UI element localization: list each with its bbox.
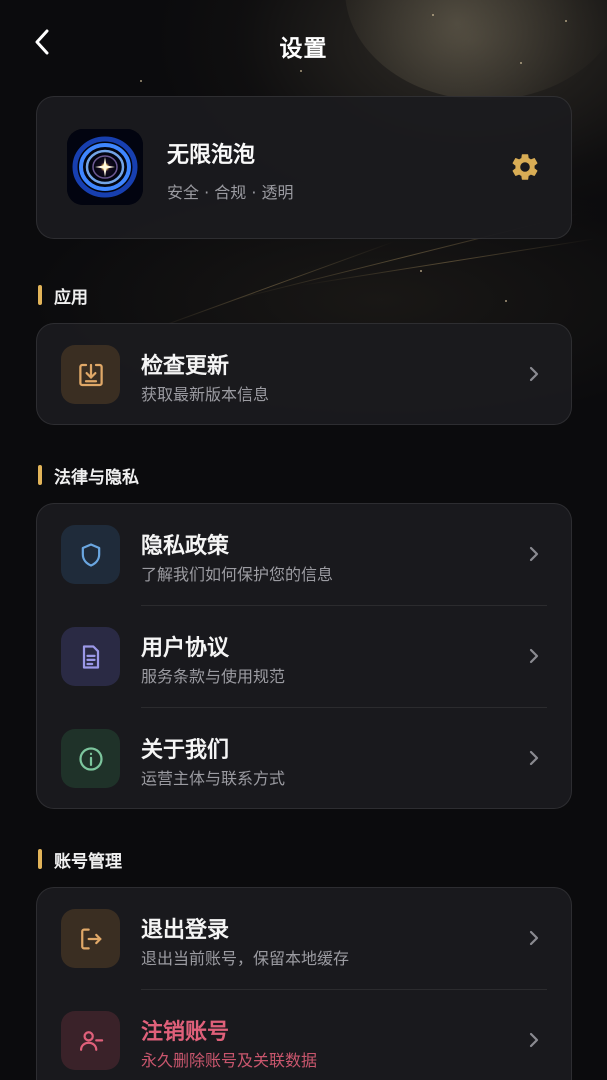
section-accent-bar	[38, 849, 42, 869]
app-logo	[67, 129, 143, 205]
chevron-right-icon	[529, 750, 539, 766]
row-title: 检查更新	[141, 354, 230, 379]
row-subtitle: 了解我们如何保护您的信息	[141, 565, 334, 584]
remove-user-icon	[61, 1011, 120, 1070]
logout-row[interactable]: 退出登录 退出当前账号，保留本地缓存	[37, 888, 571, 989]
document-icon	[61, 627, 120, 686]
account-section-card: 退出登录 退出当前账号，保留本地缓存 注销账号 永久删除账号及关联数据	[36, 887, 572, 1080]
shield-icon	[61, 525, 120, 584]
row-title: 退出登录	[141, 918, 230, 943]
row-title: 注销账号	[141, 1020, 230, 1045]
user-agreement-row[interactable]: 用户协议 服务条款与使用规范	[37, 606, 571, 707]
section-accent-bar	[38, 285, 42, 305]
gear-icon[interactable]	[509, 151, 541, 183]
logout-icon	[61, 909, 120, 968]
download-icon	[61, 345, 120, 404]
app-section-card: 检查更新 获取最新版本信息	[36, 323, 572, 425]
app-name: 无限泡泡	[167, 143, 256, 168]
section-label-legal: 法律与隐私	[38, 464, 139, 488]
row-title: 关于我们	[141, 738, 230, 763]
section-title: 法律与隐私	[54, 467, 139, 488]
row-subtitle: 服务条款与使用规范	[141, 667, 286, 686]
chevron-right-icon	[529, 366, 539, 382]
navigation-bar: 设置	[0, 0, 607, 90]
legal-section-card: 隐私政策 了解我们如何保护您的信息 用户协议 服务条款与使用规范 关于我们 运营…	[36, 503, 572, 809]
section-title: 账号管理	[54, 851, 122, 872]
info-icon	[61, 729, 120, 788]
chevron-right-icon	[529, 648, 539, 664]
row-title: 用户协议	[141, 636, 230, 661]
row-subtitle: 永久删除账号及关联数据	[141, 1051, 318, 1070]
row-subtitle: 退出当前账号，保留本地缓存	[141, 949, 350, 968]
row-subtitle: 运营主体与联系方式	[141, 769, 286, 788]
app-tagline: 安全 · 合规 · 透明	[167, 183, 294, 202]
chevron-right-icon	[529, 546, 539, 562]
section-label-app: 应用	[38, 284, 88, 308]
chevron-right-icon	[529, 930, 539, 946]
privacy-policy-row[interactable]: 隐私政策 了解我们如何保护您的信息	[37, 504, 571, 605]
delete-account-row[interactable]: 注销账号 永久删除账号及关联数据	[37, 990, 571, 1080]
row-subtitle: 获取最新版本信息	[141, 385, 270, 404]
section-accent-bar	[38, 465, 42, 485]
section-title: 应用	[54, 287, 88, 308]
check-update-row[interactable]: 检查更新 获取最新版本信息	[37, 324, 571, 424]
about-us-row[interactable]: 关于我们 运营主体与联系方式	[37, 708, 571, 808]
section-label-account: 账号管理	[38, 848, 122, 872]
chevron-right-icon	[529, 1032, 539, 1048]
app-profile-card: 无限泡泡 安全 · 合规 · 透明	[36, 96, 572, 239]
page-title: 设置	[279, 36, 328, 62]
row-title: 隐私政策	[141, 534, 230, 559]
